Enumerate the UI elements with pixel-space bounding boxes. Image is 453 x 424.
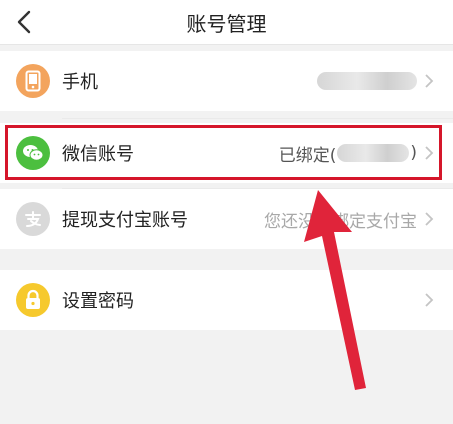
annotation-arrow	[304, 190, 366, 390]
